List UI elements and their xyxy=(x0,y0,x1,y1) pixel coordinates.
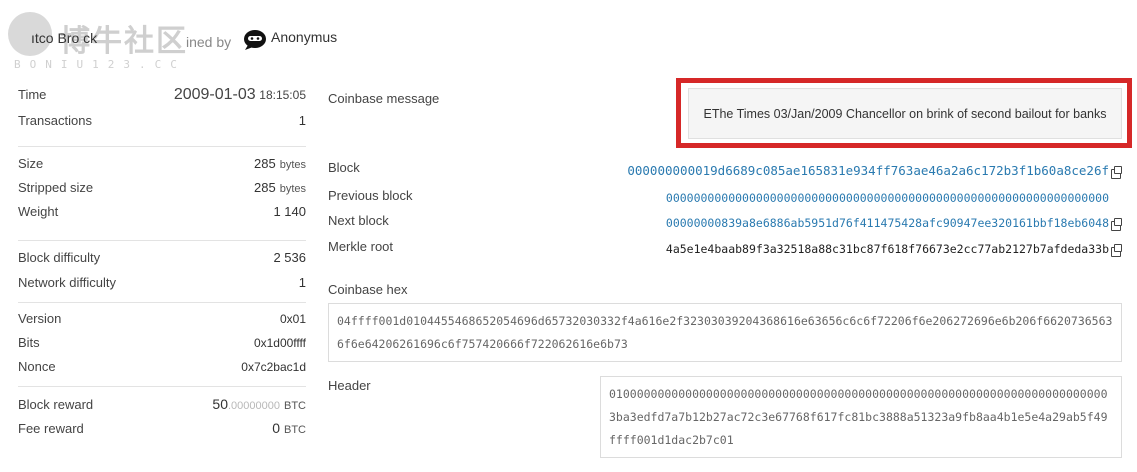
next-block-link[interactable]: 00000000839a8e6886ab5951d76f411475428afc… xyxy=(666,216,1109,230)
size-value: 285 xyxy=(254,156,276,171)
transactions-row: Transactions 1 xyxy=(18,113,306,140)
previous-block-link[interactable]: 0000000000000000000000000000000000000000… xyxy=(666,191,1109,205)
block-label: Block xyxy=(328,160,360,175)
mined-by-label: ined by xyxy=(186,34,232,50)
nonce-value: 0x7c2bac1d xyxy=(241,360,306,374)
next-block-label: Next block xyxy=(328,213,389,228)
difficulty-group: Block difficulty 2 536 Network difficult… xyxy=(18,241,306,303)
watermark-subtitle: BONIU123.CC xyxy=(14,58,186,71)
nonce-row: Nonce 0x7c2bac1d xyxy=(18,359,306,383)
time-clock: 18:15:05 xyxy=(259,88,306,102)
block-difficulty-row: Block difficulty 2 536 xyxy=(18,250,306,275)
merkle-root-label: Merkle root xyxy=(328,239,394,254)
time-group: Time 2009-01-03 18:15:05 Transactions 1 xyxy=(18,86,306,147)
block-reward-dec: .00000000 xyxy=(228,400,280,412)
block-reward-int: 50 xyxy=(212,396,228,412)
stripped-size-label: Stripped size xyxy=(18,180,94,195)
fee-reward-row: Fee reward 0 BTC xyxy=(18,420,306,444)
bits-row: Bits 0x1d00ffff xyxy=(18,335,306,359)
bits-label: Bits xyxy=(18,335,40,350)
header-label: Header xyxy=(328,378,371,393)
coinbase-hex-box: 04ffff001d0104455468652054696d6573203033… xyxy=(328,303,1122,362)
coinbase-message-label: Coinbase message xyxy=(328,91,440,106)
bits-value: 0x1d00ffff xyxy=(253,336,306,350)
coinbase-hex-label: Coinbase hex xyxy=(328,282,408,297)
stripped-size-value: 285 xyxy=(254,180,276,195)
time-label: Time xyxy=(18,87,47,102)
coinbase-message-box: EThe Times 03/Jan/2009 Chancellor on bri… xyxy=(688,88,1122,139)
previous-block-label: Previous block xyxy=(328,188,413,203)
fee-reward-value: 0 xyxy=(272,420,280,436)
weight-label: Weight xyxy=(18,204,59,219)
transactions-value: 1 xyxy=(298,113,306,128)
transactions-label: Transactions xyxy=(18,113,92,128)
chat-bubble-icon xyxy=(244,30,266,50)
block-difficulty-value: 2 536 xyxy=(273,250,306,265)
reward-group: Block reward 50.00000000 BTC Fee reward 0… xyxy=(18,387,306,456)
size-group: Size 285 bytes Stripped size 285 bytes Wei… xyxy=(18,147,306,241)
network-difficulty-label: Network difficulty xyxy=(18,275,117,290)
header-hex-box: 0100000000000000000000000000000000000000… xyxy=(600,376,1122,458)
block-difficulty-label: Block difficulty xyxy=(18,250,101,265)
nonce-label: Nonce xyxy=(18,359,56,374)
block-reward-label: Block reward xyxy=(18,397,94,412)
header-fields-group: Version 0x01 Bits 0x1d00ffff Nonce 0x7c2… xyxy=(18,303,306,387)
time-row: Time 2009-01-03 18:15:05 xyxy=(18,86,306,113)
stripped-size-row: Stripped size 285 bytes xyxy=(18,180,306,204)
weight-row: Weight 1 140 xyxy=(18,204,306,228)
fee-reward-unit: BTC xyxy=(284,424,306,436)
copy-icon[interactable] xyxy=(1111,166,1122,179)
size-row: Size 285 bytes xyxy=(18,156,306,180)
version-value: 0x01 xyxy=(279,312,306,326)
block-details-panel: Time 2009-01-03 18:15:05 Transactions 1 … xyxy=(18,86,306,456)
block-reward-row: Block reward 50.00000000 BTC xyxy=(18,396,306,420)
version-row: Version 0x01 xyxy=(18,311,306,335)
page-title: ıtco Bro ck xyxy=(31,30,98,46)
page-header: 博牛社区 BONIU123.CC ıtco Bro ck ined by Ano… xyxy=(0,0,1137,80)
copy-icon[interactable] xyxy=(1111,218,1122,231)
block-hash-link[interactable]: 000000000019d6689c085ae165831e934ff763ae… xyxy=(627,163,1109,178)
time-date: 2009-01-03 xyxy=(173,86,256,103)
block-reward-unit: BTC xyxy=(284,400,306,412)
size-unit: bytes xyxy=(279,159,306,171)
version-label: Version xyxy=(18,311,62,326)
merkle-root-value: 4a5e1e4baab89f3a32518a88c31bc87f618f7667… xyxy=(665,242,1109,256)
size-label: Size xyxy=(18,156,44,171)
copy-icon[interactable] xyxy=(1111,244,1122,257)
fee-reward-label: Fee reward xyxy=(18,421,84,436)
weight-value: 1 140 xyxy=(273,204,306,219)
miner-link[interactable]: Anonymus xyxy=(271,29,337,45)
network-difficulty-value: 1 xyxy=(298,275,306,290)
stripped-size-unit: bytes xyxy=(279,183,306,195)
network-difficulty-row: Network difficulty 1 xyxy=(18,275,306,300)
